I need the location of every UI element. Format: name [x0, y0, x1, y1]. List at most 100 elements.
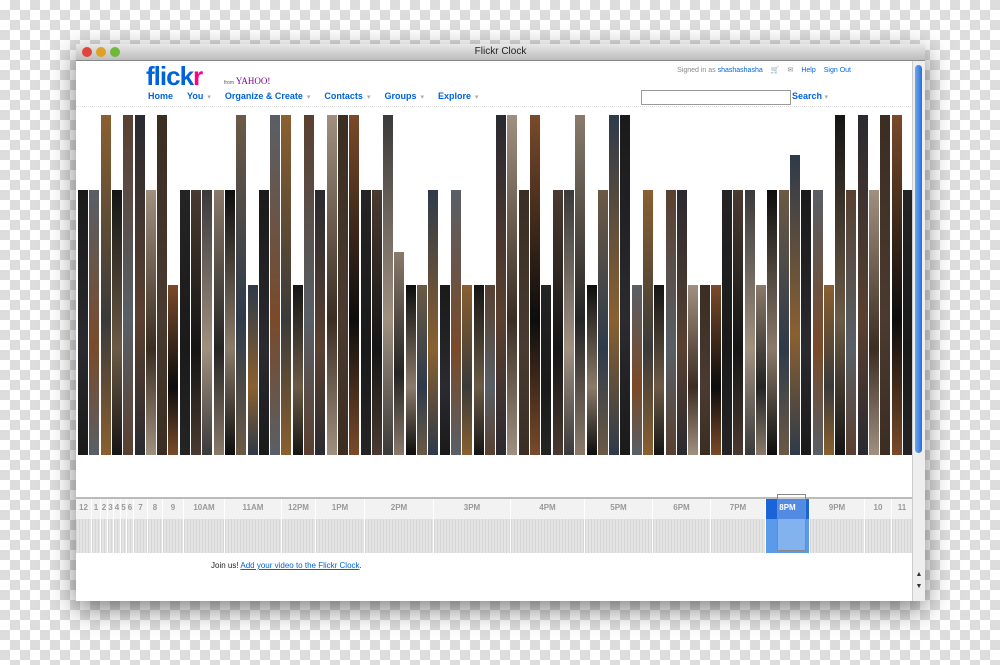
video-thumbnail[interactable]: [609, 115, 620, 455]
video-thumbnail[interactable]: [767, 190, 778, 455]
video-thumbnail[interactable]: [405, 285, 416, 455]
hour-segment[interactable]: 1PM: [316, 499, 365, 553]
video-thumbnail[interactable]: [507, 115, 518, 455]
video-thumbnail[interactable]: [292, 285, 303, 455]
video-thumbnail[interactable]: [337, 115, 348, 455]
hour-segment[interactable]: 9: [163, 499, 184, 553]
video-thumbnail[interactable]: [371, 190, 382, 455]
video-thumbnail[interactable]: [586, 285, 597, 455]
video-thumbnail[interactable]: [89, 190, 100, 455]
add-video-link[interactable]: Add your video to the Flickr Clock: [240, 561, 359, 570]
video-thumbnail[interactable]: [428, 190, 439, 455]
hour-segment[interactable]: 2: [101, 499, 108, 553]
video-thumbnail[interactable]: [620, 115, 631, 455]
video-thumbnail[interactable]: [552, 190, 563, 455]
video-thumbnail[interactable]: [145, 190, 156, 455]
video-thumbnail[interactable]: [484, 285, 495, 455]
hour-segment[interactable]: 6PM: [653, 499, 711, 553]
hour-segment[interactable]: 9PM: [810, 499, 865, 553]
video-thumbnail[interactable]: [258, 190, 269, 455]
video-thumbnail[interactable]: [541, 285, 552, 455]
video-thumbnail[interactable]: [473, 285, 484, 455]
video-thumbnail[interactable]: [744, 190, 755, 455]
video-thumbnail[interactable]: [688, 285, 699, 455]
hour-segment[interactable]: 10: [865, 499, 892, 553]
video-thumbnail[interactable]: [111, 190, 122, 455]
video-thumbnail[interactable]: [462, 285, 473, 455]
video-thumbnail[interactable]: [496, 115, 507, 455]
video-thumbnail[interactable]: [665, 190, 676, 455]
video-thumbnail[interactable]: [823, 285, 834, 455]
video-thumbnail[interactable]: [383, 115, 394, 455]
hour-segment[interactable]: 6: [127, 499, 134, 553]
video-thumbnail[interactable]: [236, 115, 247, 455]
video-thumbnail[interactable]: [417, 285, 427, 455]
hour-segment[interactable]: 11AM: [225, 499, 282, 553]
video-thumbnail[interactable]: [778, 190, 789, 455]
scrollbar-thumb[interactable]: [915, 65, 922, 453]
scroll-up-arrow[interactable]: ▲: [913, 571, 925, 581]
video-thumbnail[interactable]: [869, 190, 879, 455]
video-thumbnail[interactable]: [857, 115, 868, 455]
video-thumbnail[interactable]: [530, 115, 540, 455]
video-thumbnail[interactable]: [213, 190, 224, 455]
video-thumbnail[interactable]: [880, 115, 891, 455]
video-thumbnail[interactable]: [304, 115, 314, 455]
hour-segment[interactable]: 7PM: [711, 499, 766, 553]
video-thumbnail[interactable]: [563, 190, 574, 455]
video-thumbnail[interactable]: [654, 285, 665, 455]
video-thumbnail[interactable]: [597, 190, 608, 455]
hour-segment[interactable]: 1: [92, 499, 101, 553]
video-thumbnail[interactable]: [676, 190, 687, 455]
hour-segment[interactable]: 7: [134, 499, 148, 553]
video-thumbnail[interactable]: [450, 190, 461, 455]
video-thumbnail[interactable]: [202, 190, 213, 455]
video-thumbnail[interactable]: [168, 285, 179, 455]
hour-segment[interactable]: 8: [148, 499, 163, 553]
video-thumbnail[interactable]: [247, 285, 258, 455]
video-thumbnail[interactable]: [134, 115, 145, 455]
video-thumbnail[interactable]: [575, 115, 586, 455]
video-thumbnail[interactable]: [224, 190, 235, 455]
hour-segment[interactable]: 2PM: [365, 499, 434, 553]
video-thumbnail[interactable]: [157, 115, 168, 455]
video-thumbnail[interactable]: [891, 115, 902, 455]
video-thumbnail[interactable]: [281, 115, 292, 455]
video-thumbnail[interactable]: [394, 252, 405, 455]
video-thumbnail[interactable]: [360, 190, 371, 455]
video-thumbnail[interactable]: [643, 190, 653, 455]
hour-segment[interactable]: 12: [76, 499, 92, 553]
video-thumbnail[interactable]: [710, 285, 721, 455]
video-thumbnail[interactable]: [349, 115, 360, 455]
video-thumbnail[interactable]: [846, 190, 857, 455]
hour-segment[interactable]: 4PM: [511, 499, 585, 553]
video-thumbnail[interactable]: [315, 190, 326, 455]
hour-segment[interactable]: 3PM: [434, 499, 511, 553]
video-thumbnail[interactable]: [789, 155, 800, 455]
video-thumbnail[interactable]: [100, 115, 111, 455]
video-thumbnail[interactable]: [439, 285, 450, 455]
timeline-selection-handle[interactable]: [777, 494, 806, 551]
video-thumbnail[interactable]: [812, 190, 823, 455]
video-thumbnail[interactable]: [179, 190, 190, 455]
video-thumbnail[interactable]: [722, 190, 733, 455]
video-thumbnail[interactable]: [123, 115, 134, 455]
video-thumbnail[interactable]: [326, 115, 337, 455]
video-thumbnail[interactable]: [631, 285, 642, 455]
video-thumbnail[interactable]: [518, 190, 529, 455]
video-thumbnail[interactable]: [835, 115, 846, 455]
video-thumbnail[interactable]: [801, 190, 812, 455]
video-thumbnail[interactable]: [756, 285, 766, 455]
video-thumbnail[interactable]: [733, 190, 744, 455]
video-thumbnail[interactable]: [78, 190, 88, 455]
hour-segment[interactable]: 10AM: [184, 499, 225, 553]
hour-segment[interactable]: 5PM: [585, 499, 653, 553]
video-thumbnail[interactable]: [270, 115, 281, 455]
hour-segment[interactable]: 11: [892, 499, 913, 553]
video-thumbnail[interactable]: [191, 190, 201, 455]
vertical-scrollbar[interactable]: ▲ ▼: [912, 61, 925, 601]
hour-segment[interactable]: 4: [114, 499, 121, 553]
hour-segment[interactable]: 12PM: [282, 499, 316, 553]
scroll-down-arrow[interactable]: ▼: [913, 583, 925, 593]
video-thumbnail[interactable]: [699, 285, 710, 455]
